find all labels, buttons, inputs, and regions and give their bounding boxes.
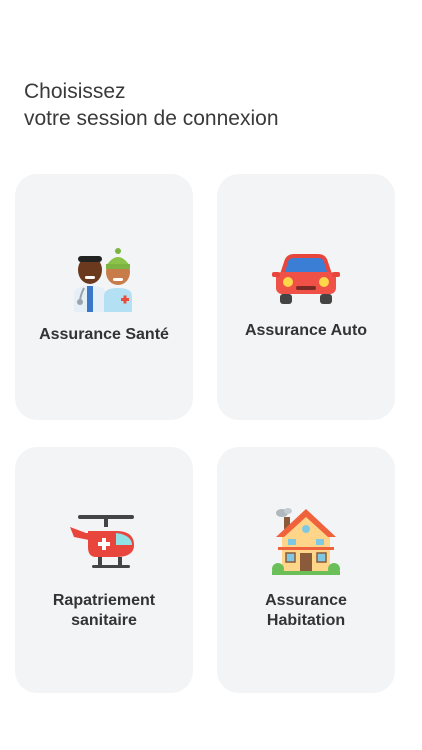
house-icon [272,508,340,575]
page-title: Choisissez votre session de connexion [24,78,279,132]
card-assurance-habitation[interactable]: Assurance Habitation [217,447,395,693]
medical-helicopter-icon [70,515,134,568]
page-title-line-1: Choisissez [24,80,126,103]
car-icon [272,254,340,304]
card-assurance-auto[interactable]: Assurance Auto [217,174,395,420]
card-rapatriement-sanitaire[interactable]: Rapatriement sanitaire [15,447,193,693]
card-assurance-sante[interactable]: Assurance Santé [15,174,193,420]
card-label: Assurance Habitation [265,592,347,629]
card-label: Assurance Auto [244,322,368,339]
doctors-icon [74,248,132,312]
page-title-line-2: votre session de connexion [24,107,279,130]
card-label: Rapatriement sanitaire [52,592,156,629]
card-label: Assurance Santé [39,326,169,343]
